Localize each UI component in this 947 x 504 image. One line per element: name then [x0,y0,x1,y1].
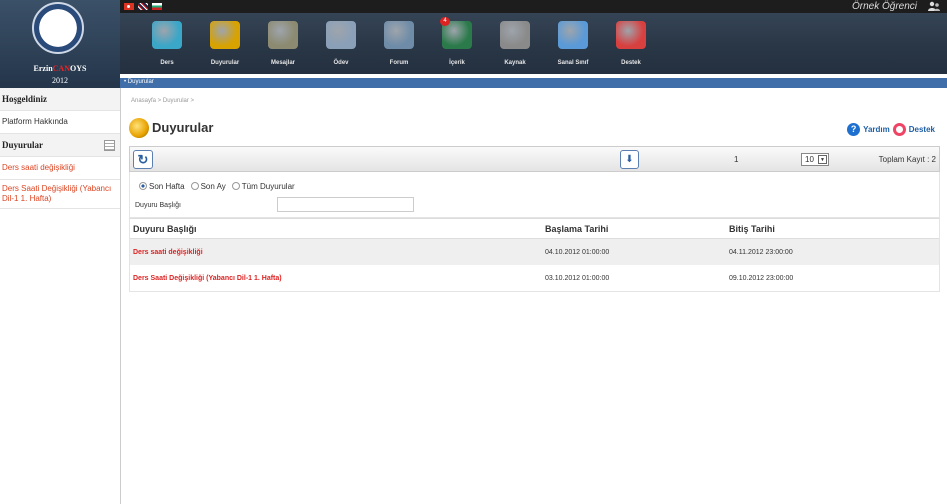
sidebar-welcome-heading: Hoşgeldiniz [0,88,120,111]
sidebar-item-announcement[interactable]: Ders Saati Değişikliği (Yabancı Dil-1 1.… [0,180,120,209]
lifebuoy-icon [616,21,646,49]
help-icon[interactable]: ? [847,123,861,136]
table-header: Duyuru Başlığı Başlama Tarihi Bitiş Tari… [130,219,939,239]
top-strip [120,0,947,13]
main-nav: Ders Duyurular Mesajlar Ödev Forum 4 İçerik Kay… [138,17,660,69]
chevron-down-icon[interactable]: ▼ [818,155,827,164]
column-header-title[interactable]: Duyuru Başlığı [130,224,545,234]
period-radio-option[interactable]: Son Hafta [139,182,185,191]
nav-item-assignment[interactable]: Ödev [312,17,370,69]
refresh-button[interactable]: ↻ [133,150,153,169]
virtual-class-icon [558,21,588,49]
sidebar-announcements-heading: Duyurular [0,134,120,157]
end-date-cell: 09.10.2012 23:00:00 [729,274,794,282]
breadcrumb[interactable]: Anasayfa > Duyurular > [131,98,194,104]
table-row[interactable]: Ders saati değişikliği 04.10.2012 01:00:… [130,239,939,265]
filter-panel: Son Hafta Son Ay Tüm Duyurular Duyuru Başl… [129,172,940,218]
period-radio-option[interactable]: Tüm Duyurular [231,182,295,191]
nav-item-forum[interactable]: Forum [370,17,428,69]
start-date-cell: 03.10.2012 01:00:00 [545,274,610,282]
nav-label: Sanal Sınıf [557,60,589,66]
total-records: Toplam Kayıt : 2 [878,155,936,164]
announcement-title-link[interactable]: Ders Saati Değişikliği (Yabancı Dil-1 1.… [130,275,545,282]
bulgarian-flag-icon[interactable] [152,3,162,10]
nav-label: Kaynak [504,60,526,66]
nav-label: İçerik [449,60,465,66]
help-links: ? Yardım Destek [847,123,935,136]
table-row[interactable]: Ders Saati Değişikliği (Yabancı Dil-1 1.… [130,265,939,291]
radio-label: Son Hafta [149,182,185,191]
column-header-start-date[interactable]: Başlama Tarihi [545,224,729,234]
abc-icon [152,21,182,49]
user-name[interactable]: Örnek Öğrenci [852,1,917,12]
grid-toolbar: ↻ ⬇ 1 10 ▼ Toplam Kayıt : 2 [129,146,940,172]
nav-label: Mesajlar [270,60,295,66]
university-seal-logo [32,2,84,54]
help-link[interactable]: Yardım [863,125,890,134]
sub-nav: • Duyurular [120,78,947,88]
nav-label: Duyurular [210,60,240,66]
sidebar-item-announcement[interactable]: Ders saati değişikliği [0,157,120,180]
logo-year: 2012 [52,76,68,85]
english-flag-icon[interactable] [138,3,148,10]
forum-icon [384,21,414,49]
column-header-end-date[interactable]: Bitiş Tarihi [729,224,929,234]
nav-item-megaphone[interactable]: Duyurular [196,17,254,69]
nav-label: Ödev [333,60,349,66]
radio-button[interactable] [190,182,199,190]
page-size-value: 10 [805,155,814,164]
mail-icon [268,21,298,49]
list-view-icon[interactable] [104,140,115,151]
nav-item-lifebuoy[interactable]: Destek [602,17,660,69]
megaphone-icon [129,118,149,138]
nav-item-blackboard[interactable]: 4 İçerik [428,17,486,69]
export-button[interactable]: ⬇ [620,150,639,169]
nav-item-mail[interactable]: Mesajlar [254,17,312,69]
nav-label: Destek [621,60,641,66]
title-filter-label: Duyuru Başlığı [135,202,181,209]
announcement-title-link[interactable]: Ders saati değişikliği [130,249,545,256]
nav-label: Forum [389,60,409,66]
turkish-flag-icon[interactable] [124,3,134,10]
notification-badge: 4 [440,17,450,26]
radio-button[interactable] [139,182,147,190]
title-filter-input[interactable] [277,197,414,212]
nav-item-books[interactable]: Kaynak [486,17,544,69]
page-size-select[interactable]: 10 ▼ [801,153,829,166]
start-date-cell: 04.10.2012 01:00:00 [545,248,610,256]
announcements-table: Duyuru Başlığı Başlama Tarihi Bitiş Tari… [129,218,940,292]
lifebuoy-icon[interactable] [892,123,906,136]
support-link[interactable]: Destek [909,125,935,134]
page-title: Duyurular [152,120,214,135]
sidebar-item-about[interactable]: Platform Hakkında [0,111,120,134]
radio-label: Tüm Duyurular [241,182,295,191]
page-number: 1 [734,155,739,164]
sidebar: Hoşgeldiniz Platform Hakkında Duyurular … [0,88,121,504]
end-date-cell: 04.11.2012 23:00:00 [729,248,793,256]
subnav-item-duyurular[interactable]: • Duyurular [124,79,154,85]
users-icon[interactable] [927,1,941,12]
nav-item-virtual-class[interactable]: Sanal Sınıf [544,17,602,69]
platform-logo-text: ErzinCANOYS [33,64,87,73]
radio-button[interactable] [231,182,240,190]
language-flags [124,3,162,10]
nav-item-abc[interactable]: Ders [138,17,196,69]
books-icon [500,21,530,49]
logo-area[interactable]: ErzinCANOYS 2012 [0,0,120,88]
period-radio-group: Son Hafta Son Ay Tüm Duyurular [139,182,295,191]
megaphone-icon [210,21,240,49]
nav-label: Ders [160,60,174,66]
assignment-icon [326,21,356,49]
radio-label: Son Ay [200,182,226,191]
period-radio-option[interactable]: Son Ay [190,182,226,191]
